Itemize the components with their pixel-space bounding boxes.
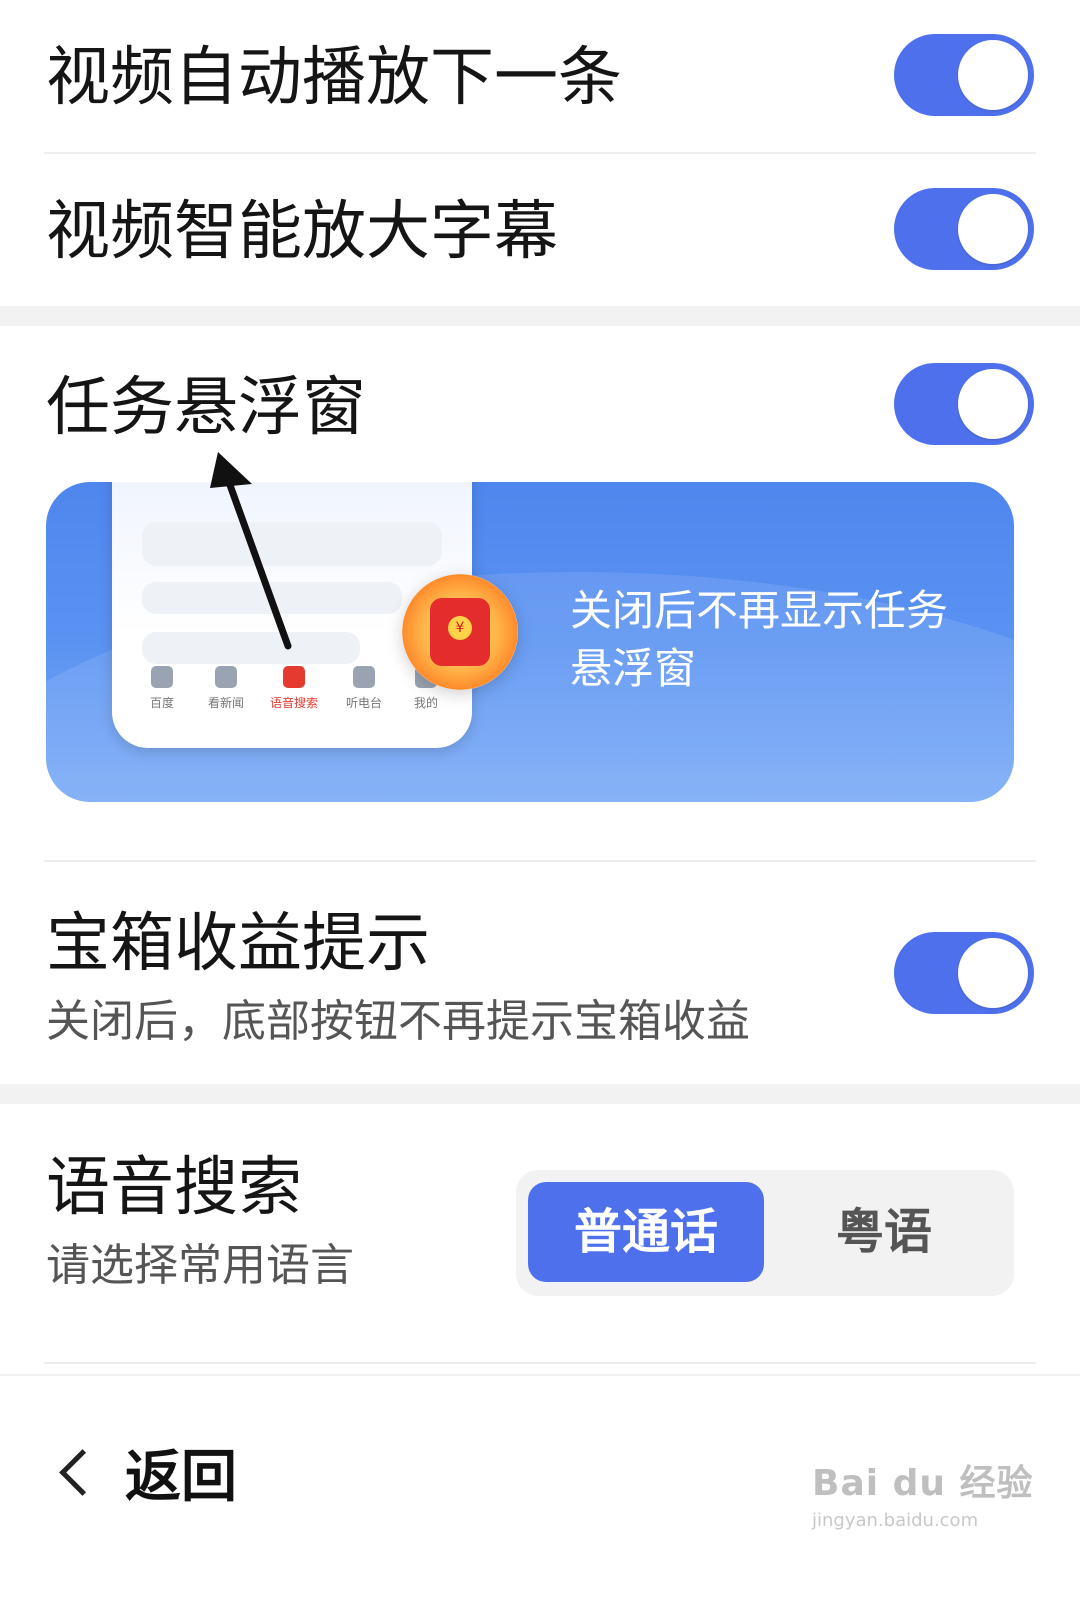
- back-button[interactable]: 返回: [56, 1432, 237, 1512]
- back-label: 返回: [125, 1444, 237, 1510]
- preview-tab-voice: 语音搜索: [264, 666, 324, 711]
- treasure-toggle[interactable]: [894, 932, 1034, 1014]
- paw-icon: [151, 666, 173, 688]
- autoplay-label: 视频自动播放下一条: [46, 41, 622, 115]
- toggle-knob: [958, 938, 1028, 1008]
- footer-top-border: [0, 1374, 1080, 1376]
- treasure-description: 关闭后，底部按钮不再提示宝箱收益: [46, 996, 750, 1047]
- toggle-knob: [958, 194, 1028, 264]
- voice-search-description: 请选择常用语言: [46, 1240, 354, 1291]
- placeholder-bar: [142, 522, 442, 566]
- placeholder-bar: [142, 632, 360, 664]
- chevron-left-icon: [59, 1448, 106, 1496]
- task-float-label: 任务悬浮窗: [46, 371, 366, 445]
- treasure-label: 宝箱收益提示: [46, 907, 430, 981]
- radio-icon: [353, 666, 375, 688]
- section-separator: [0, 1084, 1080, 1104]
- option-cantonese[interactable]: 粤语: [766, 1182, 1002, 1282]
- toggle-knob: [958, 369, 1028, 439]
- option-mandarin[interactable]: 普通话: [528, 1182, 764, 1282]
- voice-search-label: 语音搜索: [46, 1151, 302, 1225]
- divider: [44, 1362, 1036, 1364]
- divider: [44, 152, 1036, 154]
- placeholder-bar: [142, 582, 402, 614]
- microphone-icon: [283, 666, 305, 688]
- task-float-toggle[interactable]: [894, 363, 1034, 445]
- divider: [44, 860, 1036, 862]
- preview-tab-radio: 听电台: [334, 666, 394, 711]
- language-selector: 普通话 粤语: [516, 1170, 1014, 1296]
- red-envelope-icon: ¥: [402, 574, 518, 690]
- subtitles-label: 视频智能放大字幕: [46, 195, 558, 269]
- subtitles-toggle[interactable]: [894, 188, 1034, 270]
- news-icon: [215, 666, 237, 688]
- section-separator: [0, 306, 1080, 326]
- watermark: Bai du 经验 jingyan.baidu.com: [812, 1463, 1034, 1531]
- toggle-knob: [958, 40, 1028, 110]
- autoplay-toggle[interactable]: [894, 34, 1034, 116]
- preview-tab-bar: 百度 看新闻 语音搜索 听电台 我的: [112, 666, 472, 726]
- preview-caption: 关闭后不再显示任务悬浮窗: [570, 586, 949, 693]
- preview-tab-news: 看新闻: [196, 666, 256, 711]
- preview-tab-home: 百度: [132, 666, 192, 711]
- task-float-preview: 百度 看新闻 语音搜索 听电台 我的 ¥ 关闭后不再显示任务悬浮窗: [46, 482, 1014, 802]
